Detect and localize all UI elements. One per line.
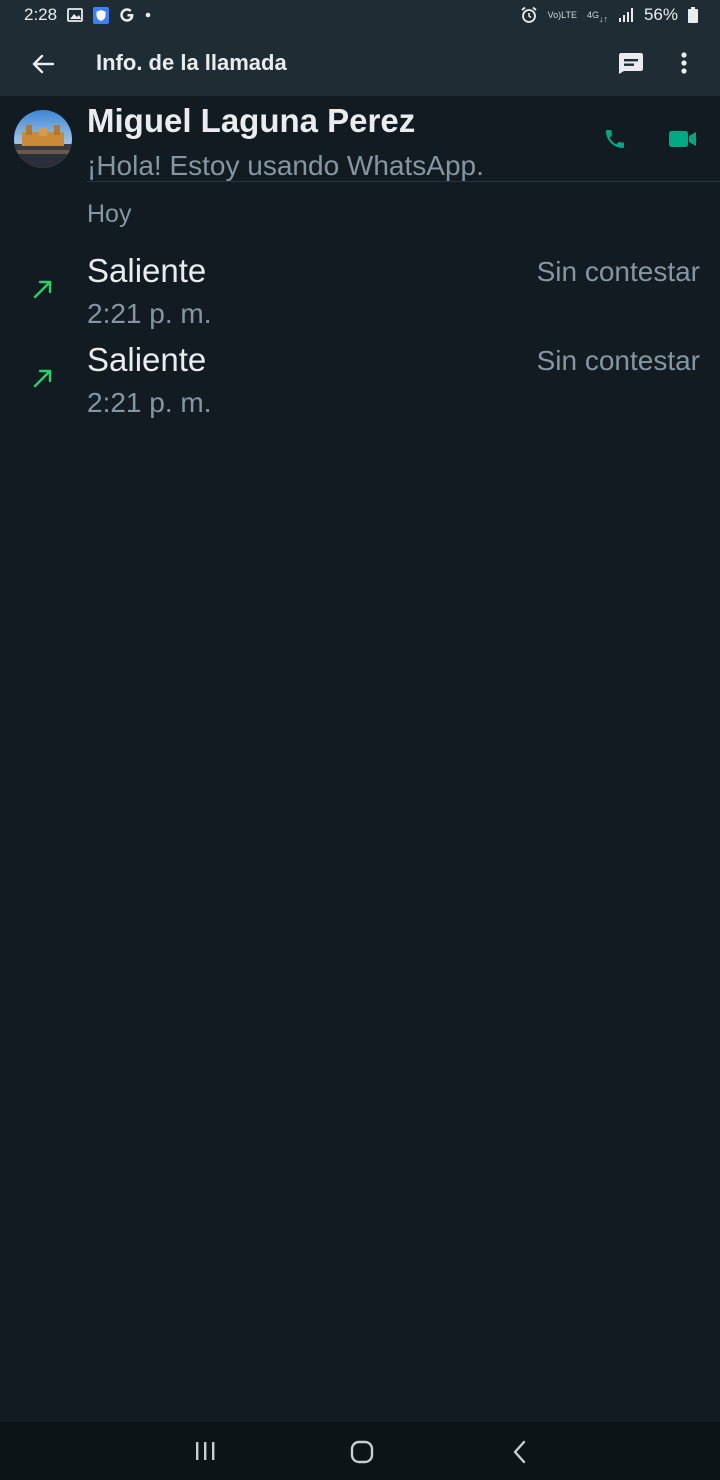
alarm-icon [520, 6, 538, 24]
call-result: Sin contestar [536, 256, 700, 287]
system-nav-bar [0, 1422, 720, 1480]
message-icon[interactable] [614, 48, 648, 78]
recents-icon[interactable] [190, 1440, 220, 1462]
volte-label-bottom: LTE [561, 9, 577, 20]
call-type: Saliente [87, 252, 207, 289]
page-title: Info. de la llamada [96, 50, 287, 75]
back-arrow-icon[interactable] [28, 49, 58, 79]
battery-icon [688, 7, 698, 23]
app-bar: Info. de la llamada [0, 30, 720, 96]
phone-icon[interactable] [598, 124, 632, 154]
volte-label-top: Vo) [547, 9, 562, 20]
status-bar-right: Vo) LTE 4G ↓↑ 56% [520, 5, 698, 25]
avatar[interactable] [14, 110, 72, 168]
volte-icon: Vo) LTE [547, 9, 577, 20]
outgoing-arrow-icon [33, 369, 52, 388]
signal-icon [618, 7, 634, 23]
status-bar-left: 2:28 [24, 5, 151, 25]
home-icon[interactable] [349, 1439, 375, 1465]
call-type: Saliente [87, 341, 207, 378]
shield-icon [93, 6, 110, 24]
call-time: 2:21 p. m. [87, 387, 212, 418]
call-result: Sin contestar [536, 345, 700, 376]
4g-icon: 4G ↓↑ [586, 9, 608, 24]
status-time: 2:28 [24, 5, 58, 24]
divider [87, 181, 720, 182]
google-icon [119, 7, 135, 23]
more-vert-icon[interactable] [668, 47, 700, 79]
contact-status: ¡Hola! Estoy usando WhatsApp. [87, 150, 484, 181]
contact-name: Miguel Laguna Perez [87, 102, 416, 139]
dot-icon [145, 12, 151, 18]
back-icon[interactable] [509, 1439, 531, 1465]
image-icon [67, 8, 83, 22]
contact-row[interactable]: Miguel Laguna Perez ¡Hola! Estoy usando … [0, 96, 720, 182]
status-bar: 2:28 Vo) LTE 4G ↓↑ 56% [0, 0, 720, 30]
battery-percentage: 56% [643, 5, 678, 24]
section-date-label: Hoy [87, 200, 132, 228]
call-time: 2:21 p. m. [87, 298, 212, 329]
call-log-row[interactable]: Saliente 2:21 p. m. Sin contestar [0, 333, 720, 422]
network-label: 4G [586, 9, 599, 20]
outgoing-arrow-icon [33, 280, 52, 299]
call-log-row[interactable]: Saliente 2:21 p. m. Sin contestar [0, 244, 720, 333]
video-icon[interactable] [666, 126, 700, 152]
